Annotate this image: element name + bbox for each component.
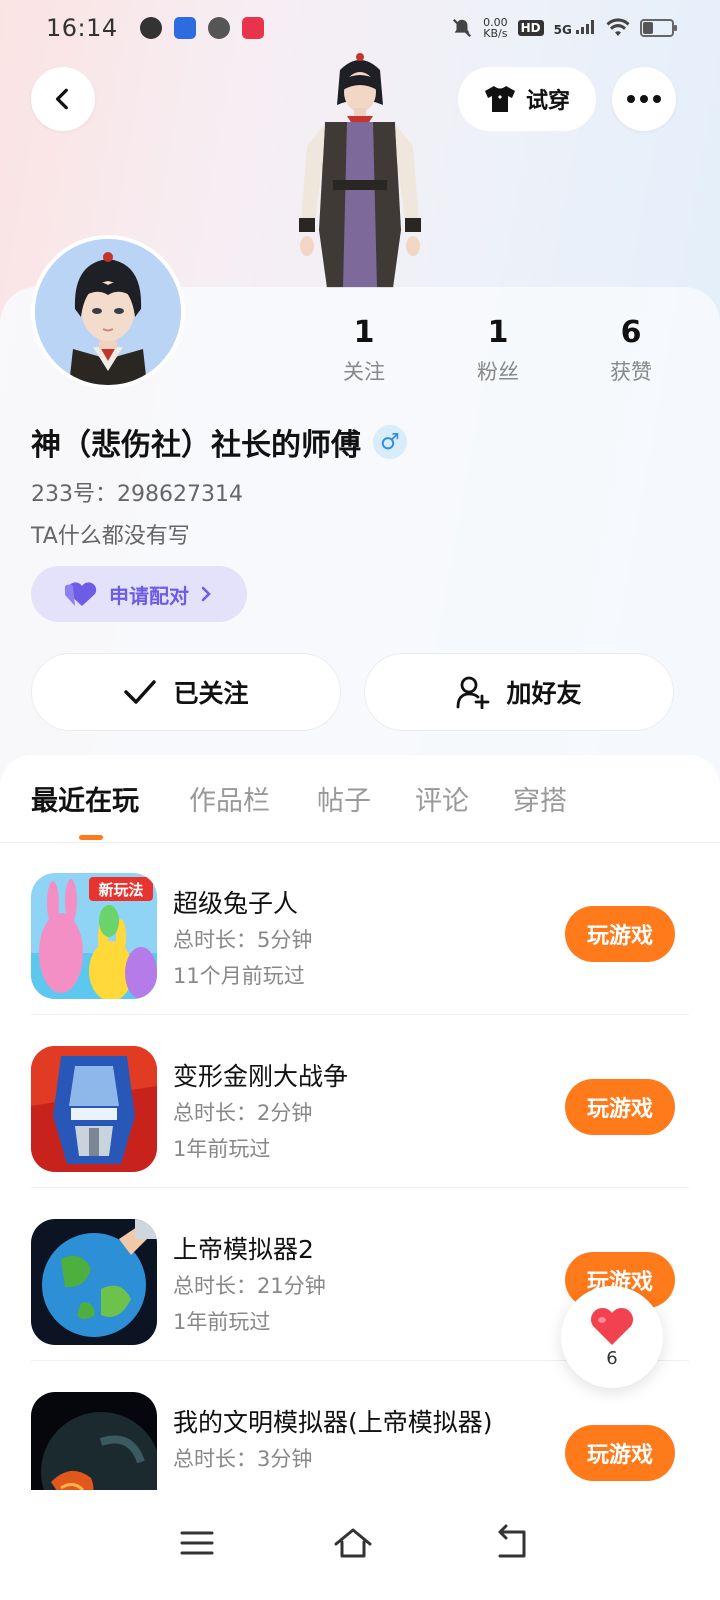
game-duration: 总时长：2分钟 bbox=[173, 1101, 313, 1125]
followed-label: 已关注 bbox=[173, 679, 249, 708]
stat-followers[interactable]: 1 粉丝 bbox=[438, 310, 558, 386]
game-title: 超级兔子人 bbox=[173, 889, 299, 918]
game-last-played: 1年前玩过 bbox=[173, 1137, 271, 1161]
status-right: 0.00 KB/s HD 5G bbox=[451, 17, 677, 39]
heart-icon bbox=[65, 582, 97, 606]
game-icon bbox=[31, 1046, 157, 1172]
tab-outfits[interactable]: 穿搭 bbox=[513, 779, 567, 818]
more-dots-icon bbox=[627, 95, 661, 103]
stat-value: 1 bbox=[353, 315, 375, 350]
game-duration: 总时长：3分钟 bbox=[173, 1447, 313, 1471]
stat-value: 6 bbox=[620, 315, 642, 350]
tab-recently-played[interactable]: 最近在玩 bbox=[31, 779, 139, 818]
profile-stats: 1 关注 1 粉丝 6 获赞 bbox=[0, 310, 720, 400]
apply-pair-label: 申请配对 bbox=[109, 583, 189, 608]
hd-badge: HD bbox=[517, 20, 544, 36]
game-last-played: 1年前玩过 bbox=[173, 1310, 271, 1334]
home-icon bbox=[334, 1528, 372, 1558]
user-id[interactable]: 233号：298627314 bbox=[31, 476, 243, 508]
tab-posts[interactable]: 帖子 bbox=[317, 779, 371, 818]
game-icon bbox=[31, 1219, 157, 1345]
game-title: 我的文明模拟器(上帝模拟器) bbox=[173, 1408, 493, 1437]
status-bar: 16:14 0.00 KB/s HD 5G bbox=[0, 0, 720, 56]
video-app-icon bbox=[139, 17, 162, 39]
stat-likes[interactable]: 6 获赞 bbox=[571, 310, 691, 386]
back-button[interactable] bbox=[31, 67, 95, 131]
tshirt-icon bbox=[484, 86, 515, 112]
game-icon-badge: 新玩法 bbox=[98, 881, 143, 899]
stat-label: 获赞 bbox=[610, 360, 652, 384]
play-game-button[interactable]: 玩游戏 bbox=[565, 1079, 675, 1135]
play-game-button[interactable]: 玩游戏 bbox=[565, 906, 675, 962]
checkmark-icon bbox=[124, 680, 157, 704]
net-speed-unit: KB/s bbox=[483, 27, 508, 40]
active-tab-indicator bbox=[79, 835, 103, 840]
add-user-icon bbox=[457, 676, 490, 709]
game-icon: 新玩法 bbox=[31, 873, 157, 999]
add-friend-button[interactable]: 加好友 bbox=[364, 653, 674, 731]
tab-comments[interactable]: 评论 bbox=[415, 779, 469, 818]
username-text: 神（悲伤社）社长的师傅 bbox=[31, 428, 361, 463]
avatar-character-figure bbox=[285, 50, 435, 290]
tab-works[interactable]: 作品栏 bbox=[189, 779, 270, 818]
game-duration: 总时长：21分钟 bbox=[173, 1274, 326, 1298]
mute-bell-icon bbox=[453, 18, 472, 38]
back-nav-button[interactable] bbox=[486, 1518, 536, 1568]
cell-signal-icon: 5G bbox=[553, 19, 596, 37]
stat-following[interactable]: 1 关注 bbox=[304, 310, 424, 386]
game-title: 上帝模拟器2 bbox=[173, 1235, 314, 1264]
try-on-button[interactable]: 试穿 bbox=[458, 67, 596, 131]
store-app-icon bbox=[241, 17, 264, 39]
add-friend-label: 加好友 bbox=[506, 679, 582, 708]
heart-icon bbox=[590, 1307, 634, 1345]
wifi-icon bbox=[606, 18, 630, 36]
baidu-app-icon bbox=[173, 17, 196, 39]
list-item[interactable]: 新玩法 超级兔子人 总时长：5分钟 11个月前玩过 玩游戏 bbox=[31, 842, 689, 1015]
notification-icons bbox=[139, 17, 264, 39]
signal-label: 5G bbox=[553, 22, 572, 37]
play-game-button[interactable]: 玩游戏 bbox=[565, 1425, 675, 1481]
more-options-button[interactable] bbox=[612, 67, 676, 131]
stat-label: 粉丝 bbox=[477, 360, 519, 384]
battery-icon bbox=[640, 19, 677, 37]
male-gender-icon: ♂ bbox=[373, 425, 407, 459]
user-bio: TA什么都没有写 bbox=[31, 524, 190, 549]
try-on-label: 试穿 bbox=[525, 89, 570, 114]
menu-icon bbox=[180, 1531, 214, 1555]
status-time: 16:14 bbox=[46, 14, 118, 42]
system-nav-bar bbox=[0, 1490, 720, 1600]
stat-value: 1 bbox=[487, 315, 509, 350]
chevron-left-icon bbox=[55, 88, 68, 110]
wechat-icon bbox=[207, 17, 230, 39]
chevron-right-icon bbox=[201, 586, 211, 602]
profile-tabs: 最近在玩 作品栏 帖子 评论 穿搭 bbox=[0, 755, 720, 843]
stat-label: 关注 bbox=[343, 360, 385, 384]
menu-nav-button[interactable] bbox=[172, 1518, 222, 1568]
like-floating-button[interactable]: 6 bbox=[561, 1286, 663, 1388]
net-speed: 0.00 KB/s bbox=[483, 17, 508, 39]
followed-button[interactable]: 已关注 bbox=[31, 653, 341, 731]
home-nav-button[interactable] bbox=[328, 1518, 378, 1568]
username: 神（悲伤社）社长的师傅 ♂ bbox=[31, 420, 407, 464]
list-item[interactable]: 变形金刚大战争 总时长：2分钟 1年前玩过 玩游戏 bbox=[31, 1015, 689, 1188]
like-count: 6 bbox=[606, 1347, 618, 1369]
apply-pair-button[interactable]: 申请配对 bbox=[31, 566, 247, 622]
game-last-played: 11个月前玩过 bbox=[173, 964, 305, 988]
game-duration: 总时长：5分钟 bbox=[173, 928, 313, 952]
back-arrow-icon bbox=[498, 1524, 526, 1558]
game-title: 变形金刚大战争 bbox=[173, 1062, 349, 1091]
